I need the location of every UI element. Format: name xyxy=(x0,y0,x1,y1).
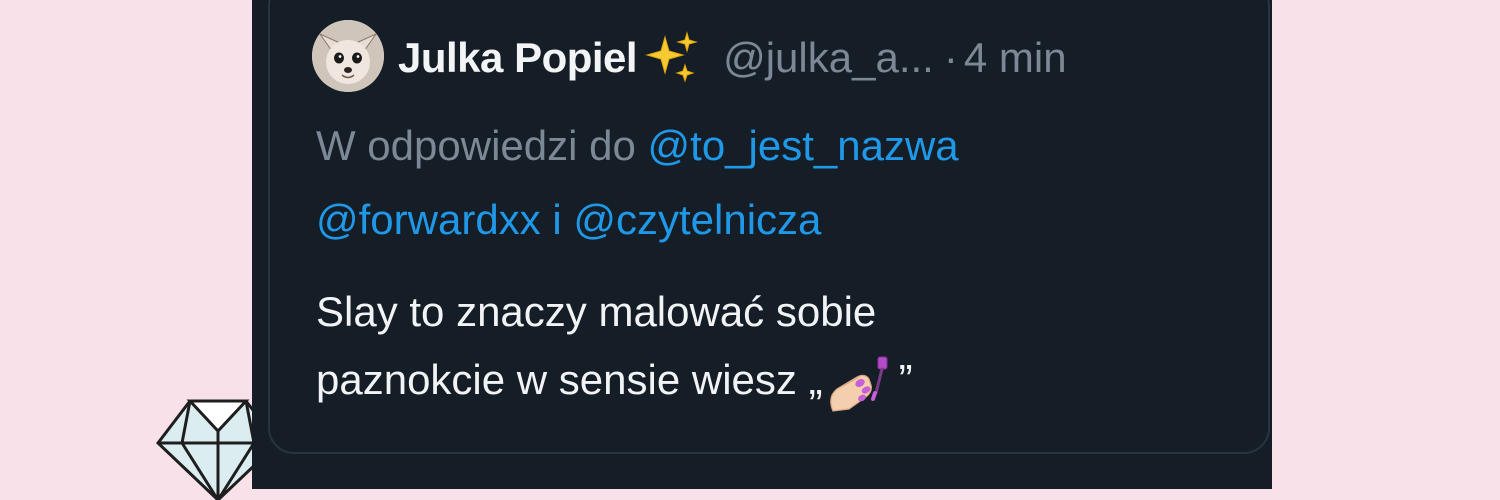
tweet-header: Julka Popiel @julka_a... · 4 min xyxy=(398,30,1067,86)
tweet-body-line-2: paznokcie w sensie wiesz „ ” xyxy=(316,352,1216,413)
open-quote: „ xyxy=(808,356,823,403)
sparkles-icon xyxy=(645,31,698,83)
tweet-body-text: paznokcie w sensie wiesz xyxy=(316,356,797,403)
display-name[interactable]: Julka Popiel xyxy=(398,34,638,82)
separator-dot: · xyxy=(943,34,958,81)
avatar[interactable] xyxy=(312,20,384,92)
close-quote: ” xyxy=(898,356,913,403)
reply-context-line-1: W odpowiedzi do @to_jest_nazwa xyxy=(316,118,1216,174)
mention-link[interactable]: @czytelnicza xyxy=(573,196,821,243)
reply-joiner: i xyxy=(552,196,562,243)
dog-avatar-icon xyxy=(312,20,384,92)
tweet-body-line-1: Slay to znaczy malować sobie xyxy=(316,288,877,335)
user-handle[interactable]: @julka_a... xyxy=(723,34,934,82)
timestamp[interactable]: 4 min xyxy=(964,34,1067,82)
nail-polish-icon xyxy=(829,356,888,412)
mention-link[interactable]: @forwardxx xyxy=(316,196,541,243)
reply-prefix: W odpowiedzi do xyxy=(316,122,636,169)
reply-context-line-2: @forwardxx i @czytelnicza xyxy=(316,192,1216,248)
mention-link[interactable]: @to_jest_nazwa xyxy=(648,122,959,169)
